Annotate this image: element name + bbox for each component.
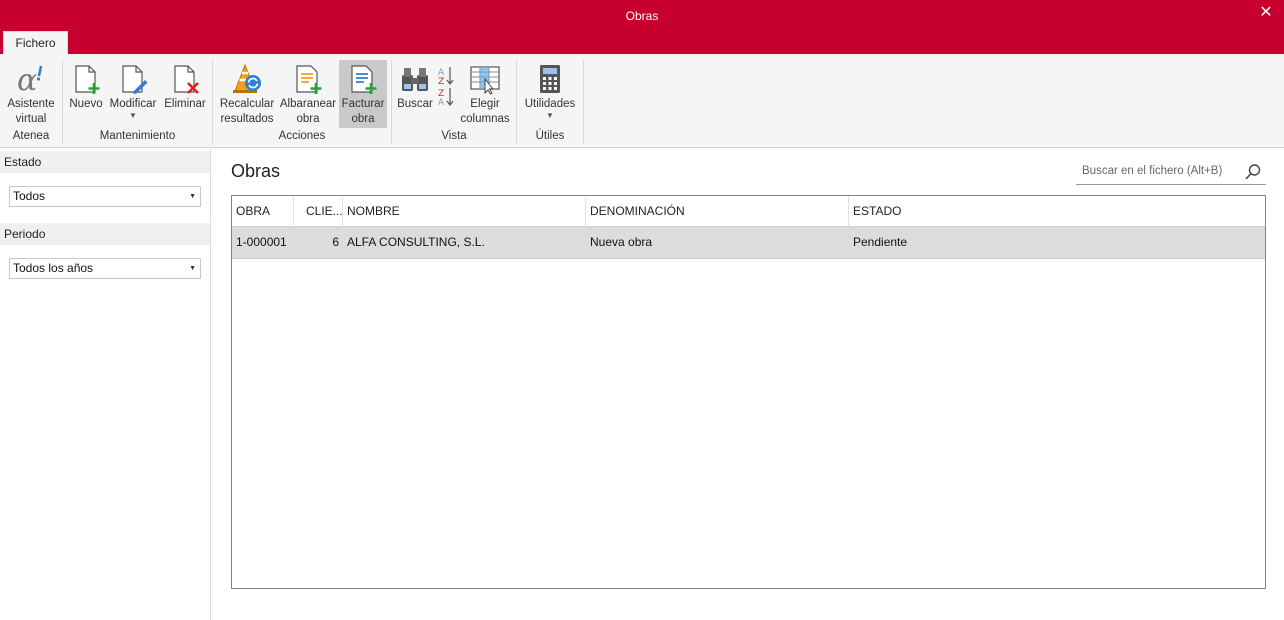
cell-obra: 1-000001 xyxy=(236,235,287,249)
chevron-down-icon: ▼ xyxy=(189,193,196,200)
binoculars-icon xyxy=(399,63,431,95)
recalcular-label-1: Recalcular xyxy=(219,98,275,110)
utilidades-label: Utilidades xyxy=(524,98,576,110)
buscar-button[interactable]: Buscar xyxy=(396,60,434,128)
periodo-select-value: Todos los años xyxy=(13,261,94,275)
nuevo-button[interactable]: Nuevo xyxy=(67,60,105,128)
group-label-acciones: Acciones xyxy=(278,130,326,142)
sort-az-icon: A Z Z A xyxy=(437,63,455,108)
elegir-label-1: Elegir xyxy=(470,98,500,110)
new-document-icon xyxy=(70,63,102,95)
eliminar-button[interactable]: Eliminar xyxy=(162,60,208,128)
invoice-icon xyxy=(347,63,379,95)
title-bar: Obras ✕ Fichero xyxy=(0,0,1284,55)
page-title: Obras xyxy=(231,161,281,181)
group-atenea: α Asistente virtual Atenea xyxy=(0,58,62,144)
eliminar-label: Eliminar xyxy=(164,98,206,110)
cell-cliente: 6 xyxy=(332,235,339,249)
column-header-nombre[interactable]: NOMBRE xyxy=(343,196,586,227)
periodo-select[interactable]: Todos los años ▼ xyxy=(9,258,201,279)
chevron-down-icon: ▼ xyxy=(129,111,137,120)
asistente-label-1: Asistente xyxy=(7,98,55,110)
column-header-obra[interactable]: OBRA xyxy=(232,196,294,227)
group-vista: Buscar A Z Z A Elegir columnas Vista xyxy=(392,58,516,144)
group-mantenimiento: Nuevo Modificar ▼ Eliminar Mantenimiento xyxy=(63,58,212,144)
search-icon[interactable] xyxy=(1244,163,1262,181)
chevron-down-icon: ▼ xyxy=(189,265,196,272)
recalculate-cone-icon xyxy=(231,63,263,95)
elegir-label-2: columnas xyxy=(460,113,510,125)
group-label-mantenimiento: Mantenimiento xyxy=(99,130,176,142)
modificar-label: Modificar xyxy=(109,98,157,110)
asistente-label-2: virtual xyxy=(15,113,47,125)
close-icon[interactable]: ✕ xyxy=(1256,3,1276,23)
window-title: Obras xyxy=(625,9,659,23)
calculator-icon xyxy=(534,63,566,95)
delivery-note-icon xyxy=(292,63,324,95)
cell-nombre: ALFA CONSULTING, S.L. xyxy=(347,235,485,249)
group-label-atenea: Atenea xyxy=(12,130,50,142)
albaranear-label-2: obra xyxy=(296,113,320,125)
filter-sidebar: Estado Todos ▼ Periodo Todos los años ▼ xyxy=(0,149,211,620)
column-header-cliente[interactable]: CLIE... xyxy=(294,196,343,227)
buscar-label: Buscar xyxy=(397,98,433,110)
group-utiles: Utilidades ▼ Útiles xyxy=(517,58,583,144)
edit-document-icon xyxy=(117,63,149,95)
tab-fichero[interactable]: Fichero xyxy=(3,31,68,55)
albaranear-obra-button[interactable]: Albaranear obra xyxy=(279,60,337,128)
modificar-button[interactable]: Modificar ▼ xyxy=(107,60,159,128)
asistente-virtual-button[interactable]: α Asistente virtual xyxy=(3,60,59,128)
estado-select-value: Todos xyxy=(13,189,46,203)
periodo-heading: Periodo xyxy=(0,223,210,245)
group-label-vista: Vista xyxy=(441,130,467,142)
utilidades-button[interactable]: Utilidades ▼ xyxy=(521,60,579,128)
nuevo-label: Nuevo xyxy=(69,98,103,110)
elegir-columnas-button[interactable]: Elegir columnas xyxy=(458,60,512,128)
facturar-label-1: Facturar xyxy=(341,98,385,110)
column-header-denominacion[interactable]: DENOMINACIÓN xyxy=(586,196,849,227)
table-row[interactable]: 1-000001 6 ALFA CONSULTING, S.L. Nueva o… xyxy=(232,227,1265,259)
estado-heading: Estado xyxy=(0,151,210,173)
facturar-label-2: obra xyxy=(351,113,375,125)
obras-table: OBRA CLIE... NOMBRE DENOMINACIÓN ESTADO … xyxy=(231,195,1266,589)
facturar-obra-button[interactable]: Facturar obra xyxy=(339,60,387,128)
alpha-icon: α xyxy=(15,63,47,98)
main-panel: Obras Buscar en el fichero (Alt+B) OBRA … xyxy=(212,149,1284,620)
cell-denominacion: Nueva obra xyxy=(590,235,653,249)
divider xyxy=(583,60,584,144)
search-input[interactable]: Buscar en el fichero (Alt+B) xyxy=(1076,159,1266,185)
choose-columns-icon xyxy=(469,63,501,95)
sort-az-button[interactable]: A Z Z A xyxy=(436,60,456,112)
ribbon: α Asistente virtual Atenea Nuevo Modific… xyxy=(0,54,1284,148)
albaranear-label-1: Albaranear xyxy=(279,98,337,110)
svg-text:α: α xyxy=(17,63,37,95)
recalcular-resultados-button[interactable]: Recalcular resultados xyxy=(218,60,276,128)
column-header-estado[interactable]: ESTADO xyxy=(849,196,1265,227)
delete-document-icon xyxy=(169,63,201,95)
recalcular-label-2: resultados xyxy=(220,113,274,125)
search-placeholder: Buscar en el fichero (Alt+B) xyxy=(1082,165,1223,177)
group-acciones: Recalcular resultados Albaranear obra Fa… xyxy=(213,58,391,144)
estado-select[interactable]: Todos ▼ xyxy=(9,186,201,207)
table-header: OBRA CLIE... NOMBRE DENOMINACIÓN ESTADO xyxy=(232,196,1265,227)
group-label-utiles: Útiles xyxy=(535,130,565,142)
cell-estado: Pendiente xyxy=(853,235,908,249)
chevron-down-icon: ▼ xyxy=(546,111,554,120)
svg-text:Z: Z xyxy=(438,77,444,87)
svg-text:A: A xyxy=(438,98,445,107)
